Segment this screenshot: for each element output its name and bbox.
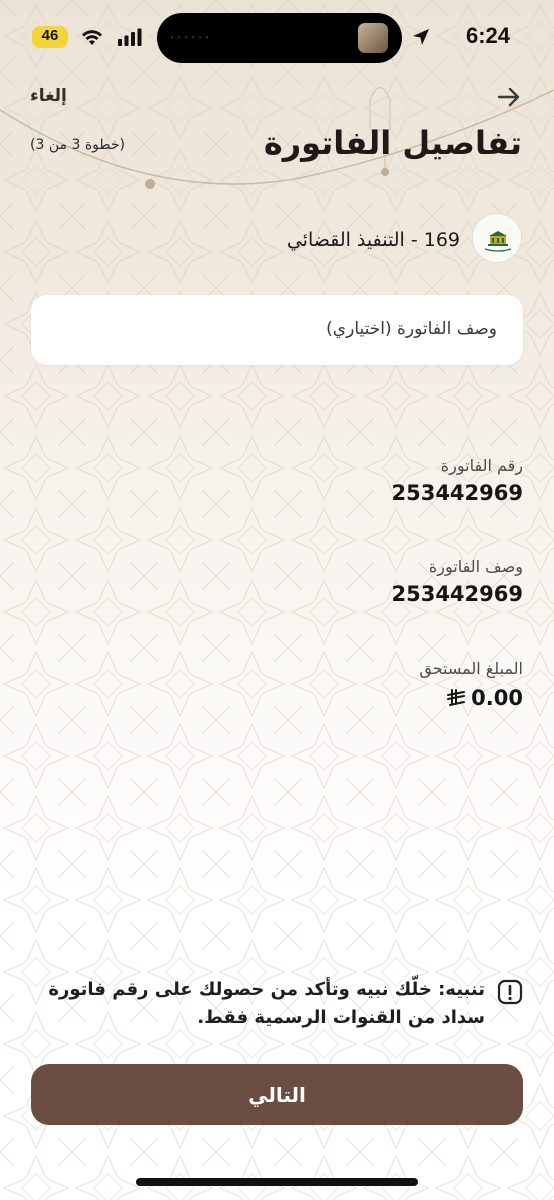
alert-square-icon [497,979,523,1005]
location-arrow-icon [413,29,429,45]
island-indicator: ...... [169,30,212,41]
saudi-riyal-icon [447,689,466,706]
invoice-description-value: 253442969 [391,582,523,606]
island-avatar [358,23,388,53]
amount-due-label: المبلغ المستحق [419,659,523,678]
invoice-number-label: رقم الفاتورة [440,456,523,475]
status-bar: 46 ...... 6:24 [0,0,554,72]
biller-name: 169 - التنفيذ القضائي [286,229,460,251]
page-title: تفاصيل الفاتورة [263,124,522,162]
battery-level: 46 [41,27,59,44]
wifi-icon [82,30,102,45]
invoice-description-label: وصف الفاتورة [428,557,523,576]
cellular-signal-icon [118,28,142,46]
amount-due-value: 0.00 [471,686,523,710]
invoice-description-placeholder: وصف الفاتورة (اختياري) [326,319,497,339]
dynamic-island: ...... [157,13,402,63]
next-button[interactable]: التالي [31,1064,523,1125]
cancel-button[interactable]: إلغاء [30,86,67,106]
invoice-description-input[interactable]: وصف الفاتورة (اختياري) [31,295,523,365]
invoice-number-value: 253442969 [391,481,523,505]
battery-icon: 46 [32,26,68,48]
step-indicator: (خطوة 3 من 3) [30,137,125,153]
warning-text: تنبيه: خلّك نبيه وتأكد من حصولك على رقم … [48,979,485,1028]
home-indicator [136,1178,418,1186]
status-time: 6:24 [465,23,510,48]
arrow-right-icon[interactable] [496,84,522,110]
amount-due: 0.00 [447,686,523,710]
biller-logo-icon [472,213,522,263]
